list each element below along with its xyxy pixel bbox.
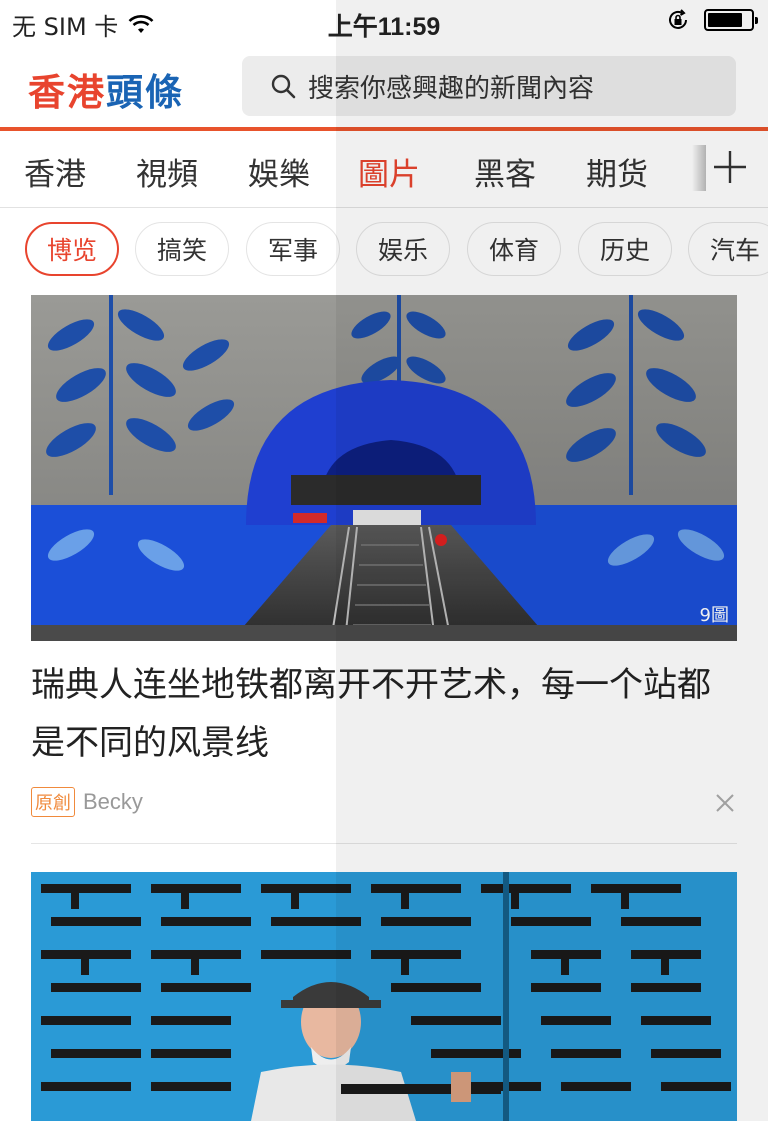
article-image-subway[interactable]: 9圖 <box>31 295 737 641</box>
tab-video[interactable]: 視頻 <box>136 149 198 194</box>
status-bar: 无 SIM 卡 上午11:59 <box>0 0 768 42</box>
tab-hacker[interactable]: 黑客 <box>474 149 536 194</box>
search-icon <box>271 74 296 99</box>
tab-pictures[interactable]: 圖片 <box>358 149 420 194</box>
tab-futures[interactable]: 期货 <box>586 149 648 194</box>
close-icon[interactable] <box>714 792 736 814</box>
gunshop-illustration <box>31 872 737 1121</box>
subway-illustration <box>31 295 737 641</box>
chip-overview[interactable]: 博览 <box>25 222 119 276</box>
clock: 上午11:59 <box>327 13 441 41</box>
original-badge: 原創 <box>31 787 75 817</box>
app-header: 香港頭條 搜索你感興趣的新聞內容 <box>0 42 768 128</box>
chip-cars[interactable]: 汽车 <box>688 222 768 276</box>
tab-entertainment[interactable]: 娛樂 <box>248 149 310 194</box>
chip-entertainment[interactable]: 娱乐 <box>356 222 450 276</box>
chip-history[interactable]: 历史 <box>578 222 672 276</box>
orientation-lock-icon <box>669 9 687 29</box>
chip-funny[interactable]: 搞笑 <box>135 222 229 276</box>
subcategory-chips: 博览 搞笑 军事 娱乐 体育 历史 汽车 <box>0 207 768 293</box>
tabs-fade <box>692 145 706 191</box>
article-image-gunshop[interactable] <box>31 872 737 1121</box>
tab-hongkong[interactable]: 香港 <box>24 149 86 194</box>
chip-military[interactable]: 军事 <box>246 222 340 276</box>
search-bar[interactable]: 搜索你感興趣的新聞內容 <box>242 56 736 116</box>
add-channel-icon[interactable] <box>710 147 750 187</box>
article-meta: 原創 Becky <box>31 787 143 817</box>
chip-sports[interactable]: 体育 <box>467 222 561 276</box>
channel-tabs: 香港 視頻 娛樂 圖片 黑客 期货 <box>0 131 768 208</box>
author-name[interactable]: Becky <box>83 789 143 815</box>
article-title[interactable]: 瑞典人连坐地铁都离开不开艺术，每一个站都是不同的风景线 <box>31 656 741 772</box>
image-count: 9圖 <box>699 605 729 626</box>
search-placeholder: 搜索你感興趣的新聞內容 <box>308 73 595 104</box>
article-divider <box>31 843 737 844</box>
app-logo[interactable]: 香港頭條 <box>28 62 184 116</box>
battery-icon <box>704 9 758 31</box>
